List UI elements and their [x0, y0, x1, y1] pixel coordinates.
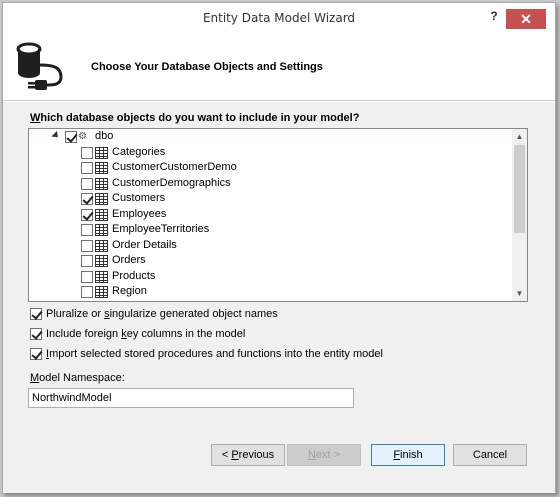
database-plug-icon	[16, 42, 63, 90]
table-icon	[95, 286, 108, 298]
schema-icon: ⚙	[78, 131, 87, 142]
pluralize-checkbox[interactable]	[30, 308, 42, 320]
tree-node-label: Region	[112, 285, 147, 297]
tree-node-dbo[interactable]: ⚙ dbo	[29, 129, 509, 145]
table-icon	[95, 193, 108, 205]
tree-node-table[interactable]: Employees	[29, 207, 509, 223]
table-checkbox[interactable]	[81, 270, 93, 283]
table-checkbox[interactable]	[81, 224, 93, 236]
tree-node-table[interactable]: Region	[29, 284, 509, 300]
table-icon	[95, 146, 108, 159]
tree-node-label: EmployeeTerritories	[112, 223, 210, 235]
tree-node-label: CustomerCustomerDemo	[112, 161, 237, 173]
table-icon	[95, 270, 108, 283]
pluralize-label: Pluralize or singularize generated objec…	[46, 308, 278, 320]
model-namespace-label: Model Namespace:	[30, 372, 125, 384]
table-checkbox[interactable]	[81, 208, 93, 221]
tree-node-table[interactable]: Order Details	[29, 238, 509, 254]
table-checkbox[interactable]	[81, 177, 93, 190]
cancel-button[interactable]: Cancel	[453, 444, 527, 466]
table-icon	[95, 162, 108, 174]
tree-node-label: Employees	[112, 207, 167, 220]
title-bar: Entity Data Model Wizard ? ✕	[3, 3, 555, 33]
tree-node-label: Order Details	[112, 238, 177, 251]
table-checkbox[interactable]	[81, 146, 93, 159]
table-checkbox[interactable]	[81, 193, 93, 205]
scrollbar-thumb[interactable]	[514, 145, 525, 233]
window-title: Entity Data Model Wizard	[202, 11, 356, 25]
import-procedures-label: Import selected stored procedures and fu…	[46, 348, 383, 360]
tree-node-table[interactable]: EmployeeTerritories	[29, 222, 509, 238]
close-icon: ✕	[520, 11, 532, 27]
table-checkbox[interactable]	[81, 286, 93, 298]
tree-node-table[interactable]: CustomerCustomerDemo	[29, 160, 509, 176]
close-button[interactable]: ✕	[506, 9, 546, 29]
table-icon	[95, 255, 108, 267]
next-button[interactable]: Next >	[287, 444, 361, 466]
help-button[interactable]: ?	[487, 9, 501, 25]
import-procedures-checkbox[interactable]	[30, 348, 42, 360]
tree-node-label: CustomerDemographics	[112, 176, 231, 189]
database-objects-tree[interactable]: ⚙ dbo Categories CustomerCustomerDemo Cu…	[28, 128, 528, 302]
scroll-down-icon[interactable]: ▼	[512, 286, 527, 301]
table-icon	[95, 239, 108, 252]
tree-node-table[interactable]: CustomerDemographics	[29, 176, 509, 192]
table-icon	[95, 177, 108, 190]
model-namespace-input[interactable]	[28, 388, 354, 408]
finish-button[interactable]: Finish	[371, 444, 445, 466]
wizard-header: Choose Your Database Objects and Setting…	[3, 33, 555, 101]
tree-node-label: dbo	[95, 130, 114, 142]
header-title: Choose Your Database Objects and Setting…	[91, 61, 323, 73]
tree-node-label: Categories	[112, 145, 166, 158]
tree-node-label: Customers	[112, 192, 166, 204]
tree-node-table[interactable]: Categories	[29, 145, 509, 161]
foreign-keys-label: Include foreign key columns in the model	[46, 328, 246, 340]
table-icon	[95, 208, 108, 221]
table-checkbox[interactable]	[81, 162, 93, 174]
scroll-up-icon[interactable]: ▲	[512, 129, 527, 144]
wizard-window: Entity Data Model Wizard ? ✕ Choose Your…	[2, 2, 556, 493]
dbo-checkbox[interactable]	[65, 131, 77, 143]
tree-node-table[interactable]: Customers	[29, 191, 509, 207]
table-icon	[95, 224, 108, 236]
tree-vertical-scrollbar[interactable]: ▲ ▼	[512, 129, 527, 301]
wizard-body: Which database objects do you want to in…	[3, 102, 555, 493]
collapse-arrow-icon[interactable]	[51, 130, 61, 141]
tree-node-label: Products	[112, 269, 156, 282]
foreign-keys-checkbox[interactable]	[30, 328, 42, 340]
objects-question-label: Which database objects do you want to in…	[30, 112, 360, 124]
previous-button[interactable]: < Previous	[211, 444, 285, 466]
tree-node-table[interactable]: Orders	[29, 253, 509, 269]
table-checkbox[interactable]	[81, 255, 93, 267]
table-checkbox[interactable]	[81, 239, 93, 252]
tree-node-label: Orders	[112, 254, 146, 266]
tree-node-table[interactable]: Products	[29, 269, 509, 285]
